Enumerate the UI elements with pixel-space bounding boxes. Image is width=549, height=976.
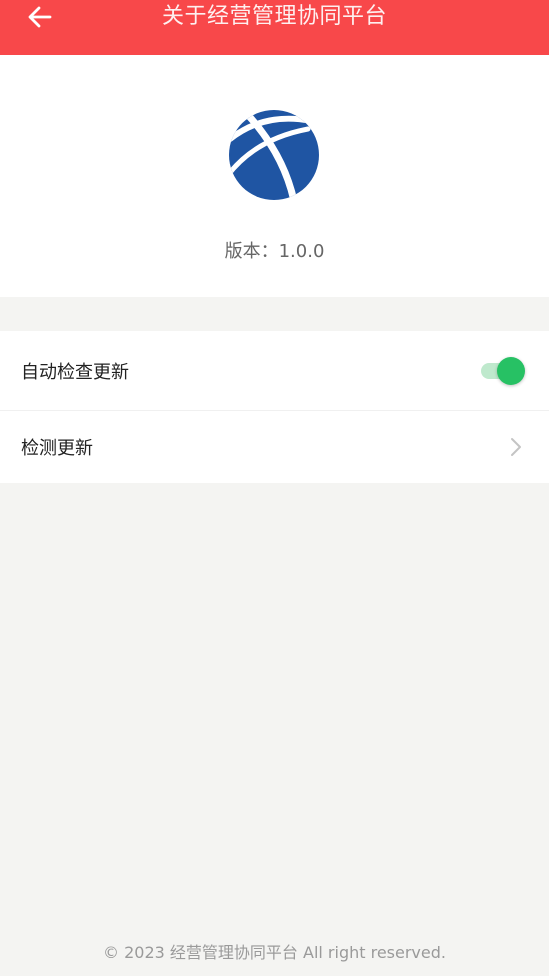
- platform-logo-icon: [229, 110, 319, 200]
- toggle-knob: [497, 357, 525, 385]
- version-text: 版本：1.0.0: [224, 241, 325, 262]
- copyright-footer: © 2023 经营管理协同平台 All right reserved.: [103, 943, 446, 962]
- settings-list: 自动检查更新 检测更新: [0, 331, 549, 483]
- auto-check-update-row: 自动检查更新: [0, 331, 549, 410]
- check-update-label: 检测更新: [21, 438, 93, 459]
- page-title: 关于经营管理协同平台: [161, 4, 387, 29]
- about-card: 版本：1.0.0: [0, 55, 549, 297]
- chevron-right-icon: [511, 438, 521, 456]
- check-update-row[interactable]: 检测更新: [0, 410, 549, 483]
- app-header: 关于经营管理协同平台: [0, 0, 549, 55]
- auto-check-update-toggle[interactable]: [479, 356, 525, 386]
- auto-check-update-label: 自动检查更新: [21, 361, 129, 383]
